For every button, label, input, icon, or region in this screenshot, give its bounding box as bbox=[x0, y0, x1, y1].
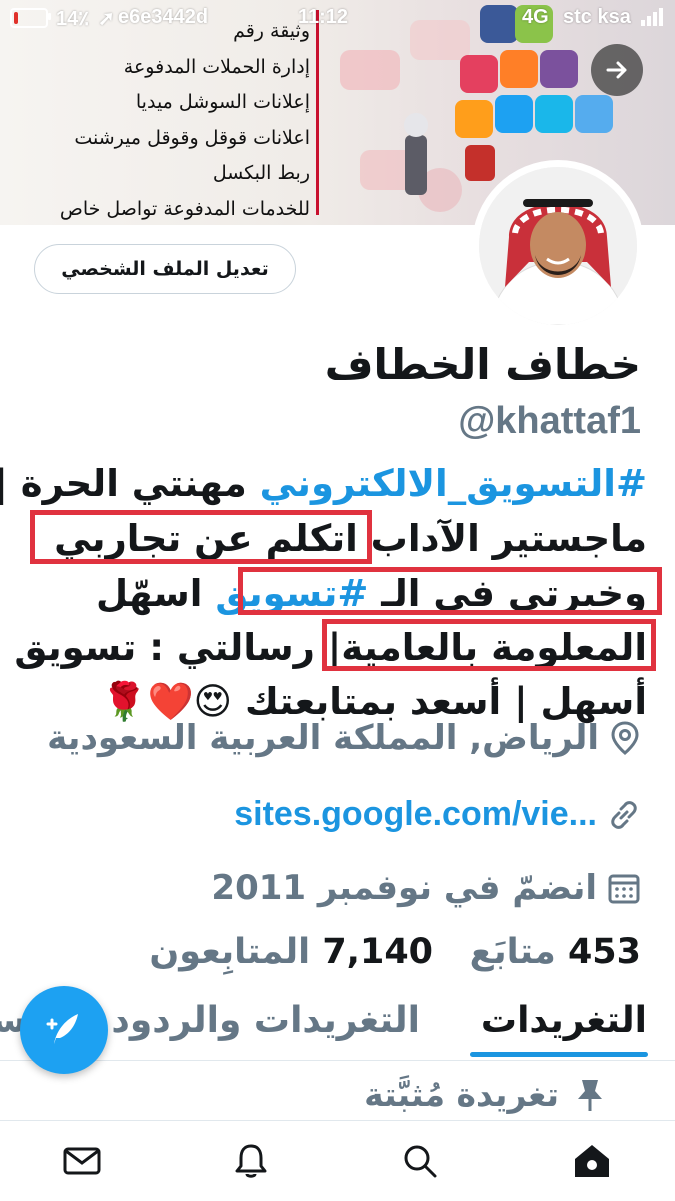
home-icon bbox=[575, 1145, 609, 1177]
location-row: الرياض, المملكة العربية السعودية bbox=[47, 718, 641, 758]
nav-search[interactable] bbox=[398, 1139, 442, 1183]
battery-percent: 14٪ bbox=[56, 8, 89, 30]
banner-line-6: للخدمات المدفوعة تواصل خاص bbox=[59, 197, 310, 220]
battery-tip bbox=[48, 13, 51, 20]
bio-text: اسهّل bbox=[95, 572, 216, 615]
location-arrow-icon: ➚ bbox=[98, 8, 115, 30]
tab-tweets-replies[interactable]: التغريدات والردود bbox=[111, 1000, 420, 1041]
location-icon bbox=[611, 721, 639, 755]
website-row[interactable]: sites.google.com/vie... bbox=[234, 795, 641, 834]
arrow-right-icon bbox=[606, 61, 627, 79]
banner-line-5: ربط البكسل bbox=[212, 162, 310, 184]
following-link[interactable]: 453 متابَع bbox=[470, 932, 641, 972]
nav-notifications[interactable] bbox=[229, 1139, 273, 1183]
compose-icon bbox=[46, 1014, 78, 1044]
banner-divider bbox=[316, 10, 319, 215]
overlay-code: e6e3442d bbox=[118, 6, 209, 28]
banner-text: وثيقة رقم إدارة الحملات المدفوعة إعلانات… bbox=[5, 14, 310, 225]
joined-date: انضمّ في نوفمبر 2011 bbox=[211, 868, 597, 908]
followers-link[interactable]: 7,140 المتابِعون bbox=[149, 932, 433, 972]
network-type: 4G bbox=[522, 6, 549, 28]
tab-tweets[interactable]: التغريدات bbox=[481, 1000, 647, 1041]
status-bar: 14٪ ➚ e6e3442d 11:12 4G stc ksa bbox=[0, 0, 675, 36]
link-icon bbox=[611, 800, 637, 829]
clock: 11:12 bbox=[298, 6, 349, 28]
bottom-navigation bbox=[0, 1120, 675, 1201]
battery-icon bbox=[10, 8, 48, 28]
following-count: 453 bbox=[567, 932, 641, 972]
nav-home[interactable] bbox=[570, 1139, 614, 1183]
arrow-right-button[interactable] bbox=[591, 44, 643, 96]
edit-profile-button[interactable]: تعديل الملف الشخصي bbox=[34, 244, 296, 294]
bio-text: ماجستير الآداب bbox=[357, 517, 647, 560]
search-icon bbox=[404, 1145, 437, 1178]
website-link[interactable]: sites.google.com/vie... bbox=[234, 795, 597, 834]
location-text: الرياض, المملكة العربية السعودية bbox=[47, 718, 599, 758]
bell-icon bbox=[235, 1144, 267, 1178]
follow-stats: 453 متابَع 7,140 المتابِعون bbox=[149, 932, 641, 972]
avatar-portrait bbox=[479, 167, 637, 325]
bio-text: | رسالتي : تسويق bbox=[14, 626, 342, 669]
signal-icon bbox=[641, 8, 663, 26]
bio-line-1: #التسويق_الالكتروني مهنتي الحرة | bbox=[0, 462, 647, 505]
followers-count: 7,140 bbox=[322, 932, 434, 972]
avatar-image bbox=[479, 167, 637, 325]
banner-line-2: إدارة الحملات المدفوعة bbox=[123, 55, 310, 78]
joined-row: انضمّ في نوفمبر 2011 bbox=[211, 868, 641, 908]
carrier-name: stc ksa bbox=[563, 6, 631, 28]
mail-icon bbox=[63, 1147, 101, 1175]
highlight-box bbox=[322, 619, 656, 671]
user-handle: @khattaf1 bbox=[458, 400, 641, 442]
banner-line-3: إعلانات السوشل ميديا bbox=[135, 91, 310, 113]
avatar[interactable] bbox=[472, 160, 644, 332]
nav-messages[interactable] bbox=[60, 1139, 104, 1183]
highlight-box bbox=[30, 510, 372, 564]
banner-line-4: اعلانات قوقل وقوقل ميرشنت bbox=[74, 126, 310, 149]
pin-icon bbox=[578, 1079, 602, 1111]
bio-text: مهنتي الحرة | bbox=[0, 462, 260, 505]
followers-label: المتابِعون bbox=[149, 932, 311, 972]
battery-level bbox=[14, 12, 18, 24]
hashtag-link-marketing[interactable]: #التسويق_الالكتروني bbox=[260, 462, 647, 505]
calendar-icon bbox=[608, 874, 640, 904]
compose-tweet-button[interactable] bbox=[20, 986, 108, 1074]
pinned-tweet-label: تغريدة مُثبَّتة bbox=[364, 1075, 607, 1114]
display-name: خطاف الخطاف bbox=[324, 340, 641, 389]
highlight-box bbox=[238, 567, 662, 615]
active-tab-indicator bbox=[470, 1052, 648, 1057]
pinned-text: تغريدة مُثبَّتة bbox=[364, 1075, 559, 1114]
following-label: متابَع bbox=[469, 932, 556, 972]
